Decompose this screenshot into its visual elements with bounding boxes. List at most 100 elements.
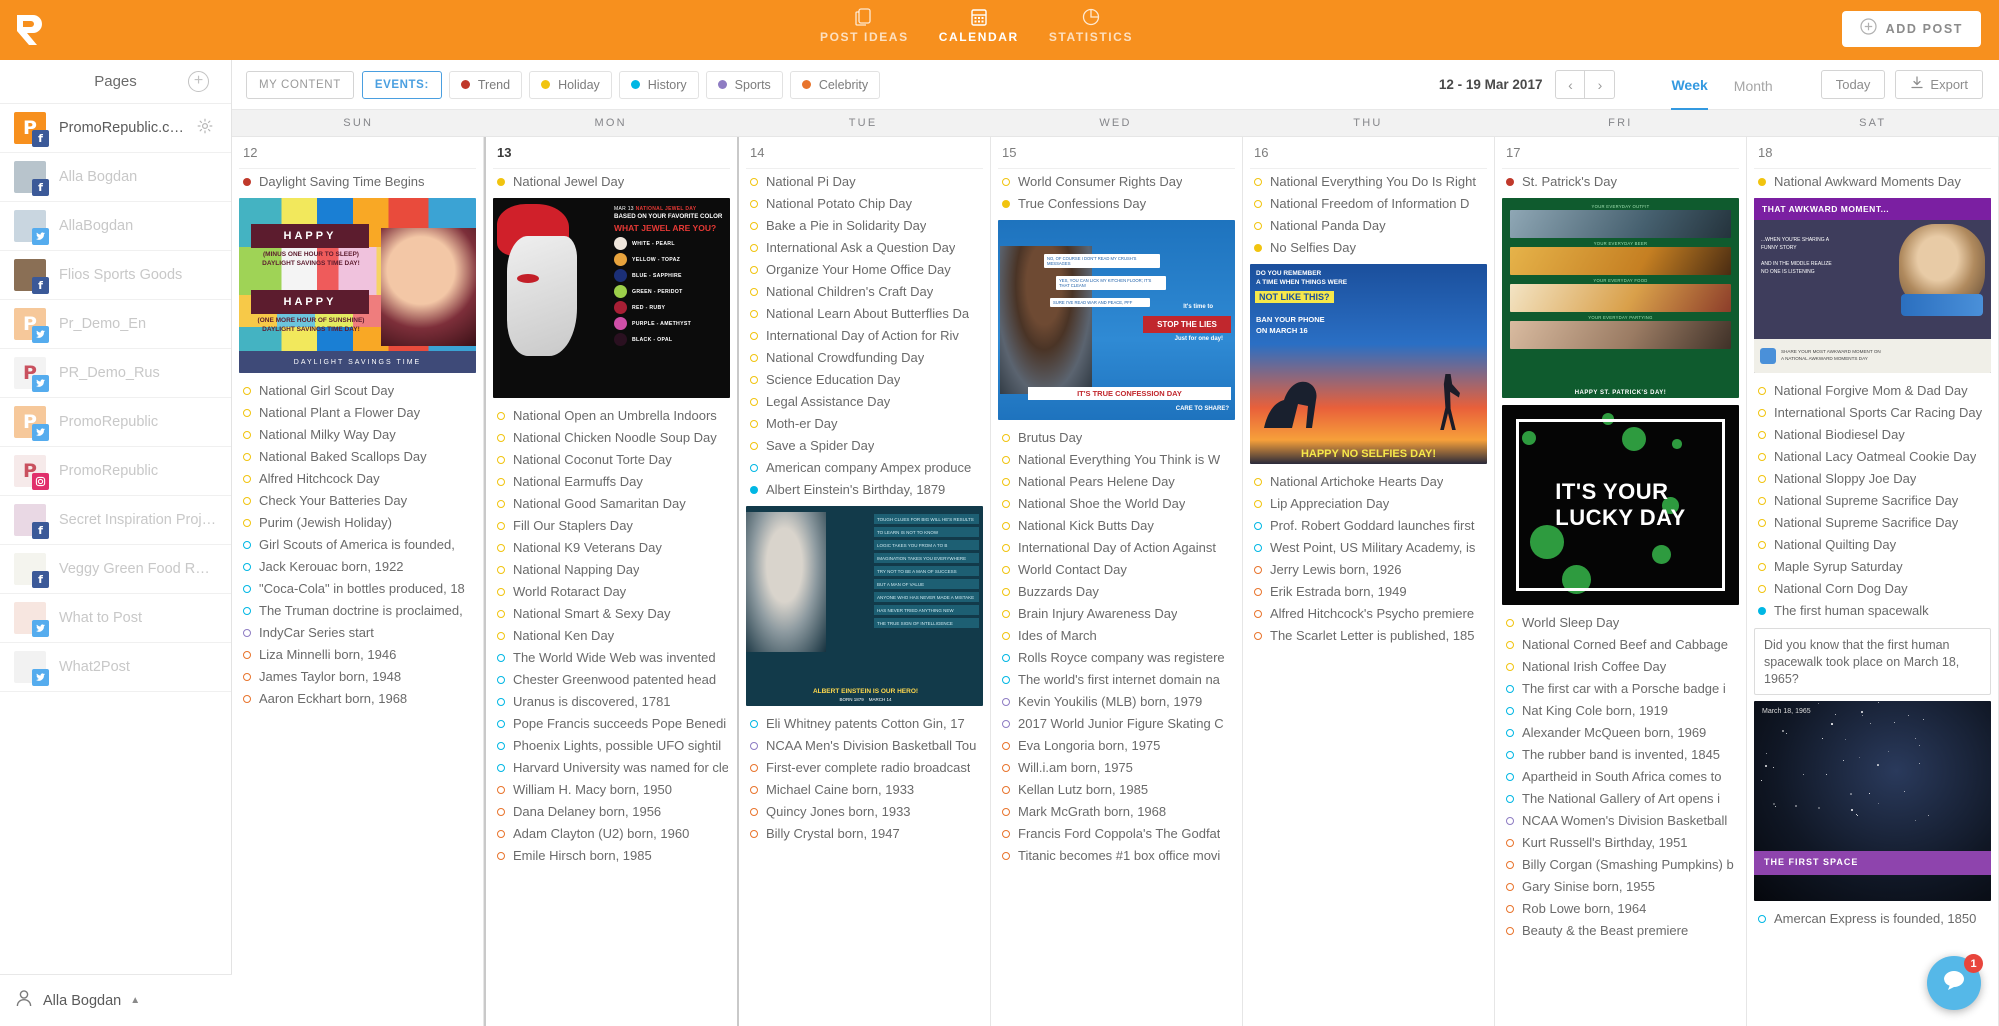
calendar-event[interactable]: National Earmuffs Day [493, 471, 730, 493]
caret-up-icon[interactable]: ▲ [130, 995, 140, 1006]
calendar-event[interactable]: Michael Caine born, 1933 [746, 779, 983, 801]
calendar-event[interactable]: The Scarlet Letter is published, 185 [1250, 625, 1487, 647]
calendar-event[interactable]: National Shoe the World Day [998, 493, 1235, 515]
calendar-event[interactable]: William H. Macy born, 1950 [493, 779, 730, 801]
sidebar-page-item[interactable]: f Flios Sports Goods [0, 251, 231, 300]
calendar-event[interactable]: Amercan Express is founded, 1850 [1754, 908, 1991, 930]
calendar-event[interactable]: National K9 Veterans Day [493, 537, 730, 559]
chat-button[interactable]: 1 [1927, 956, 1981, 1010]
calendar-event[interactable]: World Contact Day [998, 559, 1235, 581]
calendar-event[interactable]: National Coconut Torte Day [493, 449, 730, 471]
calendar-event[interactable]: West Point, US Military Academy, is [1250, 537, 1487, 559]
calendar-event[interactable]: National Ken Day [493, 625, 730, 647]
calendar-event[interactable]: Legal Assistance Day [746, 391, 983, 413]
prev-week-button[interactable]: ‹ [1555, 70, 1585, 99]
nav-calendar[interactable]: CALENDAR [939, 5, 1019, 44]
calendar-event[interactable]: St. Patrick's Day [1502, 171, 1739, 193]
app-logo[interactable] [0, 0, 60, 60]
calendar-event[interactable]: Phoenix Lights, possible UFO sightil [493, 735, 730, 757]
export-button[interactable]: Export [1895, 70, 1983, 99]
calendar-event[interactable]: World Rotaract Day [493, 581, 730, 603]
calendar-event[interactable]: World Sleep Day [1502, 612, 1739, 634]
tab-week[interactable]: Week [1671, 60, 1707, 110]
sidebar-page-item[interactable]: P PromoRepublic [0, 398, 231, 447]
calendar-event[interactable]: National Learn About Butterflies Da [746, 303, 983, 325]
sidebar-page-item[interactable]: f Veggy Green Food Resta... [0, 545, 231, 594]
calendar-event[interactable]: Science Education Day [746, 369, 983, 391]
calendar-event[interactable]: The National Gallery of Art opens i [1502, 788, 1739, 810]
calendar-event[interactable]: Will.i.am born, 1975 [998, 757, 1235, 779]
calendar-event[interactable]: Maple Syrup Saturday [1754, 556, 1991, 578]
my-content-button[interactable]: MY CONTENT [246, 71, 354, 99]
calendar-event[interactable]: Francis Ford Coppola's The Godfat [998, 823, 1235, 845]
calendar-event[interactable]: National Panda Day [1250, 215, 1487, 237]
calendar-event[interactable]: National Children's Craft Day [746, 281, 983, 303]
calendar-event[interactable]: Gary Sinise born, 1955 [1502, 876, 1739, 898]
calendar-event[interactable]: The world's first internet domain na [998, 669, 1235, 691]
post-thumbnail[interactable]: YOUR EVERYDAY OUTFIT YOUR EVERYDAY BEER YO… [1502, 198, 1739, 398]
calendar-event[interactable]: Uranus is discovered, 1781 [493, 691, 730, 713]
post-thumbnail[interactable]: HAPPY (MINUS ONE HOUR TO SLEEP) DAYLIGHT S… [239, 198, 476, 373]
calendar-event[interactable]: Save a Spider Day [746, 435, 983, 457]
calendar-event[interactable]: National Biodiesel Day [1754, 424, 1991, 446]
calendar-event[interactable]: Adam Clayton (U2) born, 1960 [493, 823, 730, 845]
calendar-event[interactable]: National Baked Scallops Day [239, 446, 476, 468]
calendar-event[interactable]: Aaron Eckhart born, 1968 [239, 688, 476, 710]
calendar-event[interactable]: First-ever complete radio broadcast [746, 757, 983, 779]
calendar-event[interactable]: National Crowdfunding Day [746, 347, 983, 369]
event-filter-chip[interactable]: History [619, 71, 699, 99]
calendar-event[interactable]: The rubber band is invented, 1845 [1502, 744, 1739, 766]
event-tip-card[interactable]: Did you know that the first human spacew… [1754, 628, 1991, 695]
calendar-event[interactable]: Organize Your Home Office Day [746, 259, 983, 281]
calendar-event[interactable]: International Ask a Question Day [746, 237, 983, 259]
calendar-event[interactable]: Rolls Royce company was registere [998, 647, 1235, 669]
calendar-event[interactable]: James Taylor born, 1948 [239, 666, 476, 688]
calendar-event[interactable]: National Everything You Think is W [998, 449, 1235, 471]
calendar-event[interactable]: Girl Scouts of America is founded, [239, 534, 476, 556]
calendar-event[interactable]: National Artichoke Hearts Day [1250, 471, 1487, 493]
calendar-event[interactable]: "Coca-Cola" in bottles produced, 18 [239, 578, 476, 600]
calendar-event[interactable]: National Everything You Do Is Right [1250, 171, 1487, 193]
post-thumbnail[interactable]: TOUGH CLUES FOR BIG WILL HE'S RESULTS TO … [746, 506, 983, 706]
calendar-event[interactable]: National Lacy Oatmeal Cookie Day [1754, 446, 1991, 468]
sidebar-page-item[interactable]: P PR_Demo_Rus [0, 349, 231, 398]
calendar-event[interactable]: National Freedom of Information D [1250, 193, 1487, 215]
next-week-button[interactable]: › [1585, 70, 1615, 99]
sidebar-page-item[interactable]: f Secret Inspiration Project... [0, 496, 231, 545]
calendar-event[interactable]: National Plant a Flower Day [239, 402, 476, 424]
calendar-event[interactable]: National Corn Dog Day [1754, 578, 1991, 600]
sidebar-page-item[interactable]: P Pr_Demo_En [0, 300, 231, 349]
calendar-event[interactable]: Lip Appreciation Day [1250, 493, 1487, 515]
calendar-event[interactable]: Rob Lowe born, 1964 [1502, 898, 1739, 920]
gear-icon[interactable] [197, 118, 213, 139]
calendar-event[interactable]: Billy Corgan (Smashing Pumpkins) b [1502, 854, 1739, 876]
calendar-event[interactable]: Titanic becomes #1 box office movi [998, 845, 1235, 867]
calendar-event[interactable]: The Truman doctrine is proclaimed, [239, 600, 476, 622]
today-button[interactable]: Today [1821, 70, 1886, 99]
calendar-event[interactable]: National Pears Helene Day [998, 471, 1235, 493]
post-thumbnail[interactable]: IT'S YOUR LUCKY DAY [1502, 405, 1739, 605]
calendar-event[interactable]: National Forgive Mom & Dad Day [1754, 380, 1991, 402]
calendar-event[interactable]: Harvard University was named for cler [493, 757, 730, 779]
sidebar-page-item[interactable]: Pf PromoRepublic.com [0, 104, 231, 153]
calendar-event[interactable]: National Irish Coffee Day [1502, 656, 1739, 678]
calendar-event[interactable]: Emile Hirsch born, 1985 [493, 845, 730, 867]
nav-statistics[interactable]: STATISTICS [1049, 5, 1133, 44]
calendar-event[interactable]: National Chicken Noodle Soup Day [493, 427, 730, 449]
post-thumbnail[interactable]: THAT AWKWARD MOMENT... ...WHEN YOU'RE SHA… [1754, 198, 1991, 373]
calendar-event[interactable]: 2017 World Junior Figure Skating C [998, 713, 1235, 735]
calendar-event[interactable]: The first human spacewalk [1754, 600, 1991, 622]
post-thumbnail[interactable]: March 18, 1965 THE FIRST SPACE [1754, 701, 1991, 901]
calendar-event[interactable]: Moth-er Day [746, 413, 983, 435]
calendar-event[interactable]: Alexander McQueen born, 1969 [1502, 722, 1739, 744]
calendar-event[interactable]: NCAA Men's Division Basketball Tou [746, 735, 983, 757]
calendar-event[interactable]: World Consumer Rights Day [998, 171, 1235, 193]
sidebar-page-item[interactable]: What2Post [0, 643, 231, 692]
calendar-event[interactable]: Billy Crystal born, 1947 [746, 823, 983, 845]
calendar-event[interactable]: Bake a Pie in Solidarity Day [746, 215, 983, 237]
calendar-event[interactable]: National Kick Butts Day [998, 515, 1235, 537]
calendar-event[interactable]: Daylight Saving Time Begins [239, 171, 476, 193]
add-page-button[interactable]: + [188, 71, 209, 92]
event-filter-chip[interactable]: Holiday [529, 71, 612, 99]
calendar-event[interactable]: The first car with a Porsche badge i [1502, 678, 1739, 700]
